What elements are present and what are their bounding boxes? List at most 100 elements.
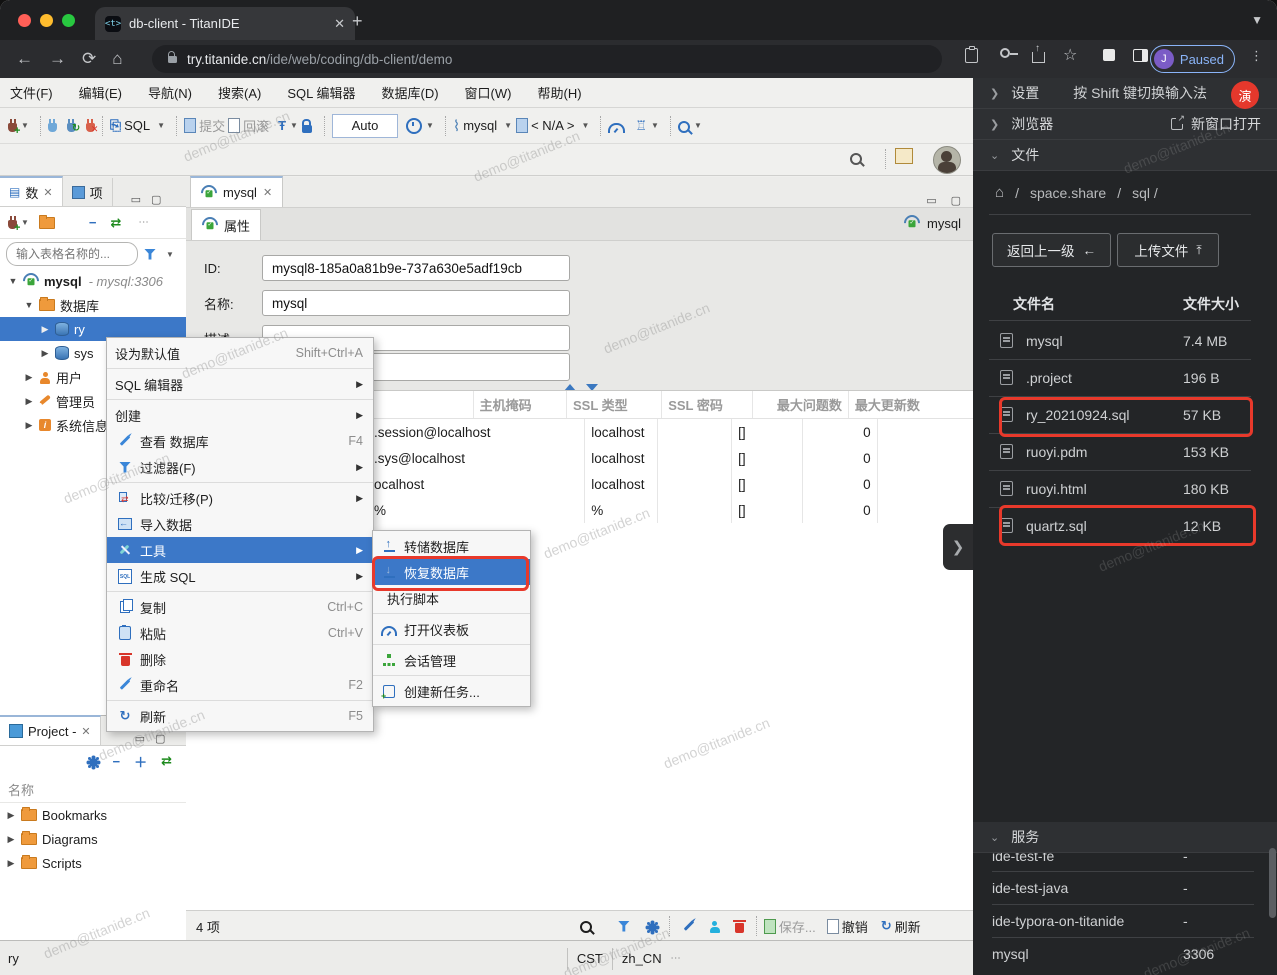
file-row-project[interactable]: .project 196 B: [973, 359, 1277, 396]
menu-item-import-data[interactable]: 导入数据: [107, 511, 373, 537]
editor-context-db[interactable]: mysql: [900, 211, 961, 235]
url-bar[interactable]: try.titanide.cn/ide/web/coding/db-client…: [152, 45, 942, 73]
maximize-window-button[interactable]: [62, 14, 75, 27]
disconnect-icon[interactable]: [85, 119, 98, 135]
menu-item-create[interactable]: 创建 ▶: [107, 402, 373, 428]
tree-item-databases[interactable]: ▼ 数据库: [0, 293, 186, 317]
menu-window[interactable]: 窗口(W): [465, 83, 512, 102]
tree-item-bookmarks[interactable]: ▶ Bookmarks: [0, 803, 186, 827]
history-clock-icon[interactable]: [405, 117, 422, 134]
file-row-mysql[interactable]: mysql 7.4 MB: [973, 322, 1277, 359]
sidebar-files-row[interactable]: ⌄ 文件: [973, 140, 1277, 171]
home-icon[interactable]: ⌂: [112, 49, 122, 69]
minimize-window-button[interactable]: [40, 14, 53, 27]
search-dropdown-icon[interactable]: ▼: [694, 121, 702, 130]
menu-item-rename[interactable]: 重命名 F2: [107, 672, 373, 698]
minimize-panel-icon[interactable]: ▭: [135, 732, 145, 745]
filter-dropdown-icon[interactable]: ▼: [166, 250, 174, 259]
expand-all-icon[interactable]: ＋: [134, 752, 147, 771]
editor-tab-mysql[interactable]: mysql ✕: [190, 176, 284, 207]
submenu-item-open-dashboard[interactable]: 打开仪表板: [373, 616, 530, 642]
perspective-avatar[interactable]: [933, 146, 961, 174]
extensions-puzzle-icon[interactable]: [1103, 49, 1116, 61]
menu-item-copy[interactable]: 复制 Ctrl+C: [107, 594, 373, 620]
close-window-button[interactable]: [18, 14, 31, 27]
undo-button[interactable]: 撤销: [842, 917, 868, 936]
password-key-icon[interactable]: [1000, 48, 1018, 58]
demo-badge[interactable]: 演: [1231, 81, 1259, 109]
tree-item-connection[interactable]: ▼ mysql- mysql:3306: [0, 269, 186, 293]
tab-close-icon[interactable]: ✕: [334, 16, 345, 32]
open-new-window-button[interactable]: 新窗口打开: [1171, 113, 1261, 134]
perspective-grid-icon[interactable]: [895, 148, 913, 164]
share-icon[interactable]: [1032, 43, 1045, 63]
minimize-editor-icon[interactable]: ▭: [926, 194, 936, 207]
menu-edit[interactable]: 编辑(E): [79, 83, 122, 102]
lock-icon[interactable]: [168, 50, 177, 63]
schema-selector[interactable]: < N/A >: [531, 118, 574, 133]
topology-icon[interactable]: ♖: [635, 118, 647, 134]
home-icon[interactable]: ⌂: [995, 184, 1004, 201]
sidebar-services-row[interactable]: ⌄ 服务: [973, 822, 1277, 853]
new-connection-dropdown-icon[interactable]: ▼: [21, 121, 29, 130]
subtab-properties[interactable]: 属性: [191, 209, 262, 240]
history-dropdown-icon[interactable]: ▼: [426, 121, 434, 130]
transaction-dropdown-icon[interactable]: ▼: [290, 121, 298, 130]
collapse-all-icon[interactable]: −: [112, 754, 120, 769]
connect-icon[interactable]: [47, 119, 57, 132]
collapse-panel-handle[interactable]: ❯: [943, 524, 973, 570]
quick-search-icon[interactable]: [850, 153, 862, 165]
sidebar-scrollbar[interactable]: [1269, 848, 1276, 918]
service-row[interactable]: ide-test-java -: [973, 871, 1277, 904]
connection-selector[interactable]: mysql: [463, 118, 497, 133]
toolbar-search-icon[interactable]: [677, 120, 690, 133]
menu-item-compare-migrate[interactable]: 比较/迁移(P)▶: [107, 485, 373, 511]
auto-commit-combo[interactable]: Auto: [331, 113, 398, 138]
file-row-ruoyi-html[interactable]: ruoyi.html 180 KB: [973, 470, 1277, 507]
commit-icon[interactable]: [184, 118, 197, 133]
schema-dropdown-icon[interactable]: ▼: [581, 121, 589, 130]
tree-item-diagrams[interactable]: ▶ Diagrams: [0, 827, 186, 851]
reload-icon[interactable]: ⟳: [82, 49, 96, 69]
menu-help[interactable]: 帮助(H): [537, 83, 581, 102]
link-editor-icon[interactable]: ⇄: [111, 215, 122, 231]
breadcrumb-dir[interactable]: space.share: [1030, 185, 1106, 201]
menu-search[interactable]: 搜索(A): [218, 83, 261, 102]
grid-user-icon[interactable]: [709, 921, 721, 933]
tab-projects[interactable]: 项: [63, 178, 113, 206]
menu-item-set-default[interactable]: 设为默认值 Shift+Ctrl+A: [107, 340, 373, 366]
sql-journal-icon[interactable]: ⎘: [110, 117, 121, 134]
nav-new-connection-dropdown[interactable]: ▼: [21, 218, 29, 227]
upload-file-button[interactable]: 上传文件 ⤒: [1117, 233, 1219, 267]
table-filter-input[interactable]: [6, 242, 138, 266]
transaction-mode-icon[interactable]: Ŧ: [278, 118, 286, 133]
refresh-button[interactable]: 刷新: [895, 917, 921, 936]
lock-toolbar-icon[interactable]: [301, 118, 312, 133]
link-editor-icon[interactable]: ⇄: [161, 753, 172, 769]
sql-dropdown-icon[interactable]: ▼: [157, 121, 165, 130]
menu-sql-editor[interactable]: SQL 编辑器: [287, 83, 355, 102]
maximize-panel-icon[interactable]: ▢: [155, 732, 165, 745]
grid-search-icon[interactable]: [579, 921, 592, 933]
grid-filter-icon[interactable]: [617, 920, 630, 932]
forward-icon[interactable]: →: [49, 49, 66, 69]
tab-close-icon[interactable]: ✕: [263, 186, 272, 199]
rollback-icon[interactable]: [228, 118, 241, 133]
view-menu-icon[interactable]: ⋮: [137, 217, 148, 228]
menu-file[interactable]: 文件(F): [10, 83, 53, 102]
refresh-icon[interactable]: ↻: [881, 918, 892, 934]
id-field[interactable]: [262, 255, 570, 281]
maximize-editor-icon[interactable]: ▢: [951, 194, 961, 207]
tab-database-navigator[interactable]: ▤ 数 ✕: [0, 176, 63, 206]
new-folder-icon[interactable]: [38, 214, 55, 229]
menu-item-filter[interactable]: 过滤器(F) ▶: [107, 454, 373, 480]
menu-item-paste[interactable]: 粘贴 Ctrl+V: [107, 620, 373, 646]
menu-item-sql-editor[interactable]: SQL 编辑器 ▶: [107, 371, 373, 397]
revert-doc-icon[interactable]: [826, 918, 839, 934]
menu-navigate[interactable]: 导航(N): [148, 83, 192, 102]
save-icon[interactable]: [763, 918, 776, 934]
topology-dropdown-icon[interactable]: ▼: [651, 121, 659, 130]
maximize-panel-icon[interactable]: ▢: [151, 193, 161, 206]
tab-project[interactable]: Project - ✕: [0, 715, 101, 745]
filter-funnel-icon[interactable]: [144, 248, 156, 260]
